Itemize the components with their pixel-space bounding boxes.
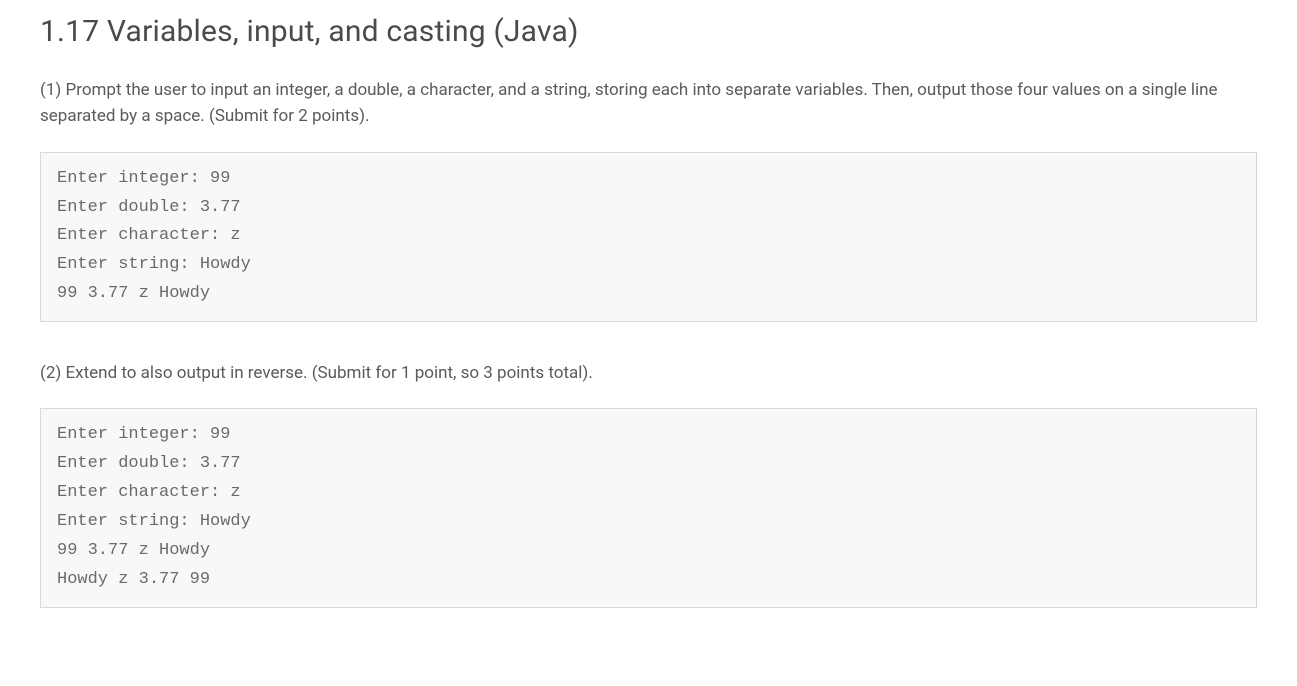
- part2-prompt: (2) Extend to also output in reverse. (S…: [40, 360, 1257, 386]
- part1-code-block: Enter integer: 99 Enter double: 3.77 Ent…: [40, 152, 1257, 322]
- part2-code-block: Enter integer: 99 Enter double: 3.77 Ent…: [40, 408, 1257, 607]
- part1-prompt: (1) Prompt the user to input an integer,…: [40, 77, 1257, 130]
- page-title: 1.17 Variables, input, and casting (Java…: [40, 14, 1257, 49]
